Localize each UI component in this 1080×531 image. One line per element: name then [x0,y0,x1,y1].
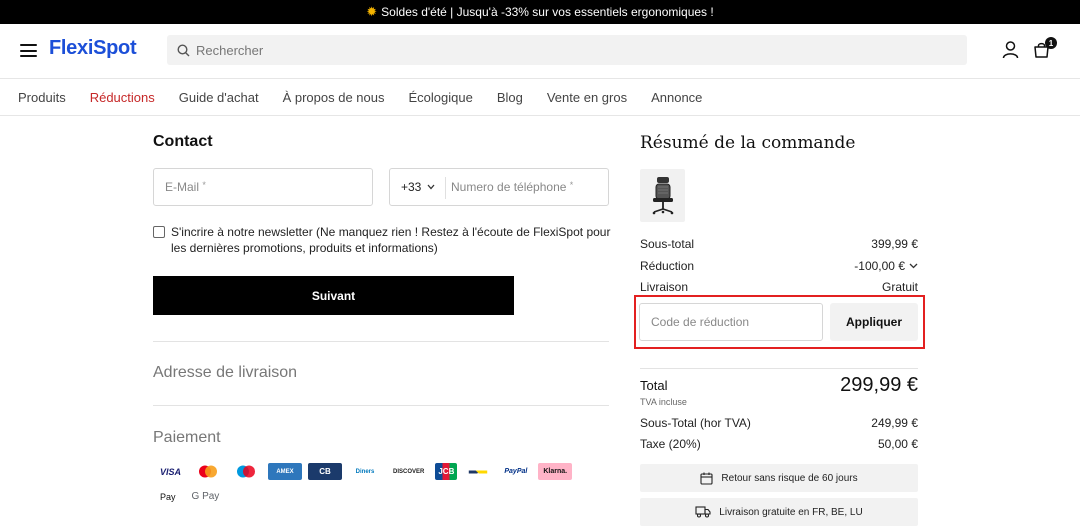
paypal-logo: PayPal [504,468,528,475]
menu-icon[interactable] [20,44,37,57]
subtotal-row: Sous-total 399,99 € [640,237,918,251]
vat-note: TVA incluse [640,397,687,407]
free-shipping-perk: Livraison gratuite en FR, BE, LU [640,498,918,526]
discount-value: -100,00 € [854,259,905,273]
contact-title: Contact [153,133,213,150]
divider [153,405,609,406]
total-value: 299,99 € [840,374,918,396]
subtotal-value: 399,99 € [871,237,918,251]
discover-logo: DISCOVER [393,468,425,475]
email-label: E-Mail * [165,180,206,194]
bancontact-logo [463,463,493,480]
return-policy-perk: Retour sans risque de 60 jours [640,464,918,492]
office-chair-icon [652,176,673,214]
nav-item-ecologique[interactable]: Écologique [408,90,472,105]
search-bar[interactable] [167,35,967,65]
tax-row: Taxe (20%) 50,00 € [640,437,918,451]
discount-code-input[interactable] [639,303,823,341]
maestro-logo [230,463,262,480]
divider [153,341,609,342]
klarna-logo: Klarna. [538,463,573,480]
promo-text: Soldes d'été | Jusqu'à -33% sur vos esse… [381,5,714,19]
amex-logo: AMEX [268,463,303,480]
main-nav: Produits Réductions Guide d'achat À prop… [0,78,1080,116]
search-icon [177,43,190,56]
phone-field[interactable]: +33 Numero de téléphone * [389,168,609,206]
subtotal-ht-row: Sous-Total (hor TVA) 249,99 € [640,416,918,430]
sun-icon: ✹ [366,4,378,19]
logo[interactable]: FlexiSpot [49,37,137,60]
truck-icon [695,506,711,518]
subtotal-ht-value: 249,99 € [871,416,918,430]
newsletter-option: S'incrire à notre newsletter (Ne manquez… [153,224,613,256]
nav-item-blog[interactable]: Blog [497,90,523,105]
return-policy-text: Retour sans risque de 60 jours [721,472,858,484]
search-input[interactable] [196,42,896,58]
nav-item-a-propos[interactable]: À propos de nous [283,90,385,105]
calendar-icon [700,472,713,485]
phone-label: Numero de téléphone * [451,180,574,194]
divider [640,368,918,369]
nav-item-guide-achat[interactable]: Guide d'achat [179,90,259,105]
payment-methods: VISA AMEX CB Diners DISCOVER JCB PayPal … [155,463,595,505]
newsletter-checkbox[interactable] [153,226,165,238]
chevron-down-icon [427,184,435,190]
divider [445,177,446,199]
mastercard-logo [192,463,224,480]
discount-label: Réduction [640,259,695,273]
nav-item-reductions[interactable]: Réductions [90,90,155,105]
order-summary-title: Résumé de la commande [640,133,856,153]
payment-section-title[interactable]: Paiement [153,429,221,447]
shipping-value: Gratuit [881,280,918,294]
email-field[interactable]: E-Mail * [153,168,373,206]
apply-coupon-button[interactable]: Appliquer [830,303,918,341]
apple-pay-logo: Pay [160,491,176,502]
discount-row[interactable]: Réduction -100,00 € [640,259,918,273]
product-thumbnail[interactable] [640,169,685,222]
subtotal-ht-label: Sous-Total (hor TVA) [640,416,751,430]
next-button[interactable]: Suivant [153,276,514,315]
shipping-row: Livraison Gratuit [640,280,918,294]
newsletter-label: S'incrire à notre newsletter (Ne manquez… [171,225,611,255]
promo-banner: ✹ Soldes d'été | Jusqu'à -33% sur vos es… [0,0,1080,24]
cart-count-badge: 1 [1045,37,1057,49]
country-code-select[interactable]: +33 [401,180,435,194]
tax-value: 50,00 € [877,437,918,451]
google-pay-logo: G Pay [191,491,220,502]
chevron-down-icon[interactable] [909,263,918,269]
cartes-bancaires-logo: CB [308,463,343,480]
site-header: FlexiSpot 1 [0,24,1080,78]
nav-item-produits[interactable]: Produits [18,90,66,105]
subtotal-label: Sous-total [640,237,695,251]
nav-item-vente-en-gros[interactable]: Vente en gros [547,90,627,105]
shipping-section-title[interactable]: Adresse de livraison [153,364,297,382]
shipping-label: Livraison [640,280,689,294]
visa-logo: VISA [160,466,182,477]
tax-label: Taxe (20%) [640,437,701,451]
total-label: Total [640,378,668,393]
user-icon[interactable] [1002,41,1019,59]
free-shipping-text: Livraison gratuite en FR, BE, LU [719,506,863,518]
diners-club-logo: Diners [355,468,375,475]
nav-item-annonce[interactable]: Annonce [651,90,702,105]
jcb-logo: JCB [435,463,458,480]
